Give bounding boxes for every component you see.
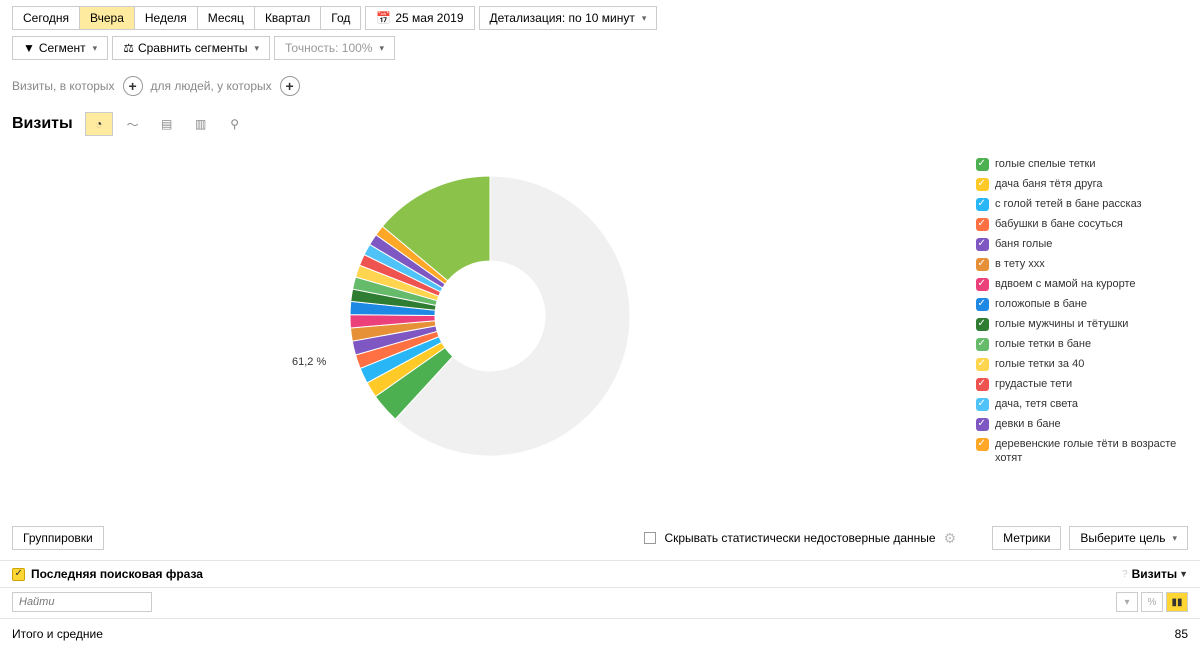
compare-segments-button[interactable]: ⚖ Сравнить сегменты	[112, 36, 270, 60]
legend-item[interactable]: деревенские голые тёти в возрасте хотят	[976, 434, 1194, 468]
legend-label: с голой тетей в бане рассказ	[995, 197, 1142, 211]
legend-item[interactable]: дача баня тётя друга	[976, 174, 1194, 194]
chart-donut-icon[interactable]: ◔	[85, 112, 113, 136]
visits-col-title[interactable]: Визиты	[1132, 567, 1178, 581]
chart-area-icon[interactable]: ▤	[153, 112, 181, 136]
legend-label: баня голые	[995, 237, 1052, 251]
legend-label: девки в бане	[995, 417, 1061, 431]
viz-header: Визиты ◔ ～ ▤ ▥ ⚲	[0, 106, 1200, 146]
legend-check-icon[interactable]	[976, 358, 989, 371]
legend-label: вдвоем с мамой на курорте	[995, 277, 1136, 291]
sort-desc-icon[interactable]: ▼	[1179, 569, 1188, 579]
legend-label: дача, тетя света	[995, 397, 1078, 411]
chart-bar-icon[interactable]: ▥	[187, 112, 215, 136]
legend-item[interactable]: в тету ххх	[976, 254, 1194, 274]
legend-check-icon[interactable]	[976, 218, 989, 231]
legend-check-icon[interactable]	[976, 158, 989, 171]
legend-check-icon[interactable]	[976, 418, 989, 431]
legend-check-icon[interactable]	[976, 298, 989, 311]
groupings-button[interactable]: Группировки	[12, 526, 104, 550]
chart-zone: 61,2 % голые спелые тетки дача баня тётя …	[0, 146, 1200, 486]
donut-chart: 61,2 %	[12, 146, 968, 486]
bars-icon[interactable]: ▮▮	[1166, 592, 1188, 612]
top-toolbar: СегодняВчераНеделяМесяцКварталГод 📅 25 м…	[0, 0, 1200, 36]
period-5[interactable]: Год	[320, 6, 361, 30]
legend-item[interactable]: девки в бане	[976, 414, 1194, 434]
filter-icon[interactable]: ▾	[1116, 592, 1138, 612]
legend-label: бабушки в бане сосуться	[995, 217, 1123, 231]
legend-label: грудастые тети	[995, 377, 1072, 391]
chart-map-icon[interactable]: ⚲	[221, 112, 249, 136]
legend-item[interactable]: голые спелые тетки	[976, 154, 1194, 174]
legend-check-icon[interactable]	[976, 198, 989, 211]
filter-sentence: Визиты, в которых + для людей, у которых…	[0, 66, 1200, 106]
compare-icon: ⚖	[123, 41, 134, 55]
help-icon[interactable]: ?	[1122, 569, 1128, 580]
legend-check-icon[interactable]	[976, 258, 989, 271]
select-goal-button[interactable]: Выберите цель	[1069, 526, 1188, 550]
detail-select[interactable]: Детализация: по 10 минут	[479, 6, 658, 30]
period-3[interactable]: Месяц	[197, 6, 254, 30]
phrase-col-title[interactable]: Последняя поисковая фраза	[31, 567, 203, 581]
add-people-filter[interactable]: +	[280, 76, 300, 96]
legend-label: голожопые в бане	[995, 297, 1087, 311]
period-0[interactable]: Сегодня	[12, 6, 79, 30]
legend-check-icon[interactable]	[976, 278, 989, 291]
gear-icon[interactable]: ⚙	[944, 530, 957, 547]
legend-item[interactable]: вдвоем с мамой на курорте	[976, 274, 1194, 294]
legend-check-icon[interactable]	[976, 378, 989, 391]
legend-item[interactable]: баня голые	[976, 234, 1194, 254]
total-label: Итого и средние	[12, 627, 103, 641]
date-label: 25 мая 2019	[395, 11, 463, 25]
period-2[interactable]: Неделя	[134, 6, 197, 30]
legend-label: голые тетки в бане	[995, 337, 1091, 351]
legend-check-icon[interactable]	[976, 318, 989, 331]
legend-item[interactable]: голые тетки за 40	[976, 354, 1194, 374]
total-value: 85	[1175, 627, 1188, 641]
legend-label: голые тетки за 40	[995, 357, 1084, 371]
legend-item[interactable]: бабушки в бане сосуться	[976, 214, 1194, 234]
legend-label: деревенские голые тёти в возрасте хотят	[995, 437, 1194, 465]
date-picker[interactable]: 📅 25 мая 2019	[365, 6, 474, 30]
period-4[interactable]: Квартал	[254, 6, 320, 30]
viz-title: Визиты	[12, 115, 73, 133]
phrase-col-checkbox[interactable]	[12, 568, 25, 581]
funnel-icon: ▼	[23, 41, 35, 55]
total-row: Итого и средние 85	[0, 618, 1200, 649]
percent-icon[interactable]: %	[1141, 592, 1163, 612]
legend-item[interactable]: с голой тетей в бане рассказ	[976, 194, 1194, 214]
legend-item[interactable]: грудастые тети	[976, 374, 1194, 394]
table-header: Последняя поисковая фраза ? Визиты ▼	[0, 560, 1200, 588]
segment-button[interactable]: ▼ Сегмент	[12, 36, 108, 60]
search-input[interactable]	[12, 592, 152, 612]
legend-check-icon[interactable]	[976, 398, 989, 411]
period-1[interactable]: Вчера	[79, 6, 134, 30]
period-group: СегодняВчераНеделяМесяцКварталГод	[12, 6, 361, 30]
legend-check-icon[interactable]	[976, 238, 989, 251]
chart-line-icon[interactable]: ～	[119, 112, 147, 136]
legend-item[interactable]: голые тетки в бане	[976, 334, 1194, 354]
legend-check-icon[interactable]	[976, 178, 989, 191]
legend-item[interactable]: голожопые в бане	[976, 294, 1194, 314]
legend-item[interactable]: голые мужчины и тётушки	[976, 314, 1194, 334]
add-visit-filter[interactable]: +	[123, 76, 143, 96]
accuracy-button[interactable]: Точность: 100%	[274, 36, 395, 60]
calendar-icon: 📅	[376, 11, 391, 25]
legend-label: голые спелые тетки	[995, 157, 1096, 171]
legend-check-icon[interactable]	[976, 338, 989, 351]
hide-unreliable-checkbox[interactable]	[644, 532, 656, 544]
bottom-bar: Группировки Скрывать статистически недос…	[0, 516, 1200, 560]
donut-other-label: 61,2 %	[292, 356, 326, 368]
legend-label: дача баня тётя друга	[995, 177, 1102, 191]
legend-label: в тету ххх	[995, 257, 1045, 271]
legend-label: голые мужчины и тётушки	[995, 317, 1128, 331]
search-row: ▾ % ▮▮	[0, 588, 1200, 618]
legend[interactable]: голые спелые тетки дача баня тётя друга с …	[968, 146, 1198, 476]
legend-item[interactable]: дача, тетя света	[976, 394, 1194, 414]
legend-check-icon[interactable]	[976, 438, 989, 451]
metrics-button[interactable]: Метрики	[992, 526, 1061, 550]
hide-unreliable-label: Скрывать статистически недостоверные дан…	[664, 531, 935, 545]
segment-toolbar: ▼ Сегмент ⚖ Сравнить сегменты Точность: …	[0, 36, 1200, 66]
